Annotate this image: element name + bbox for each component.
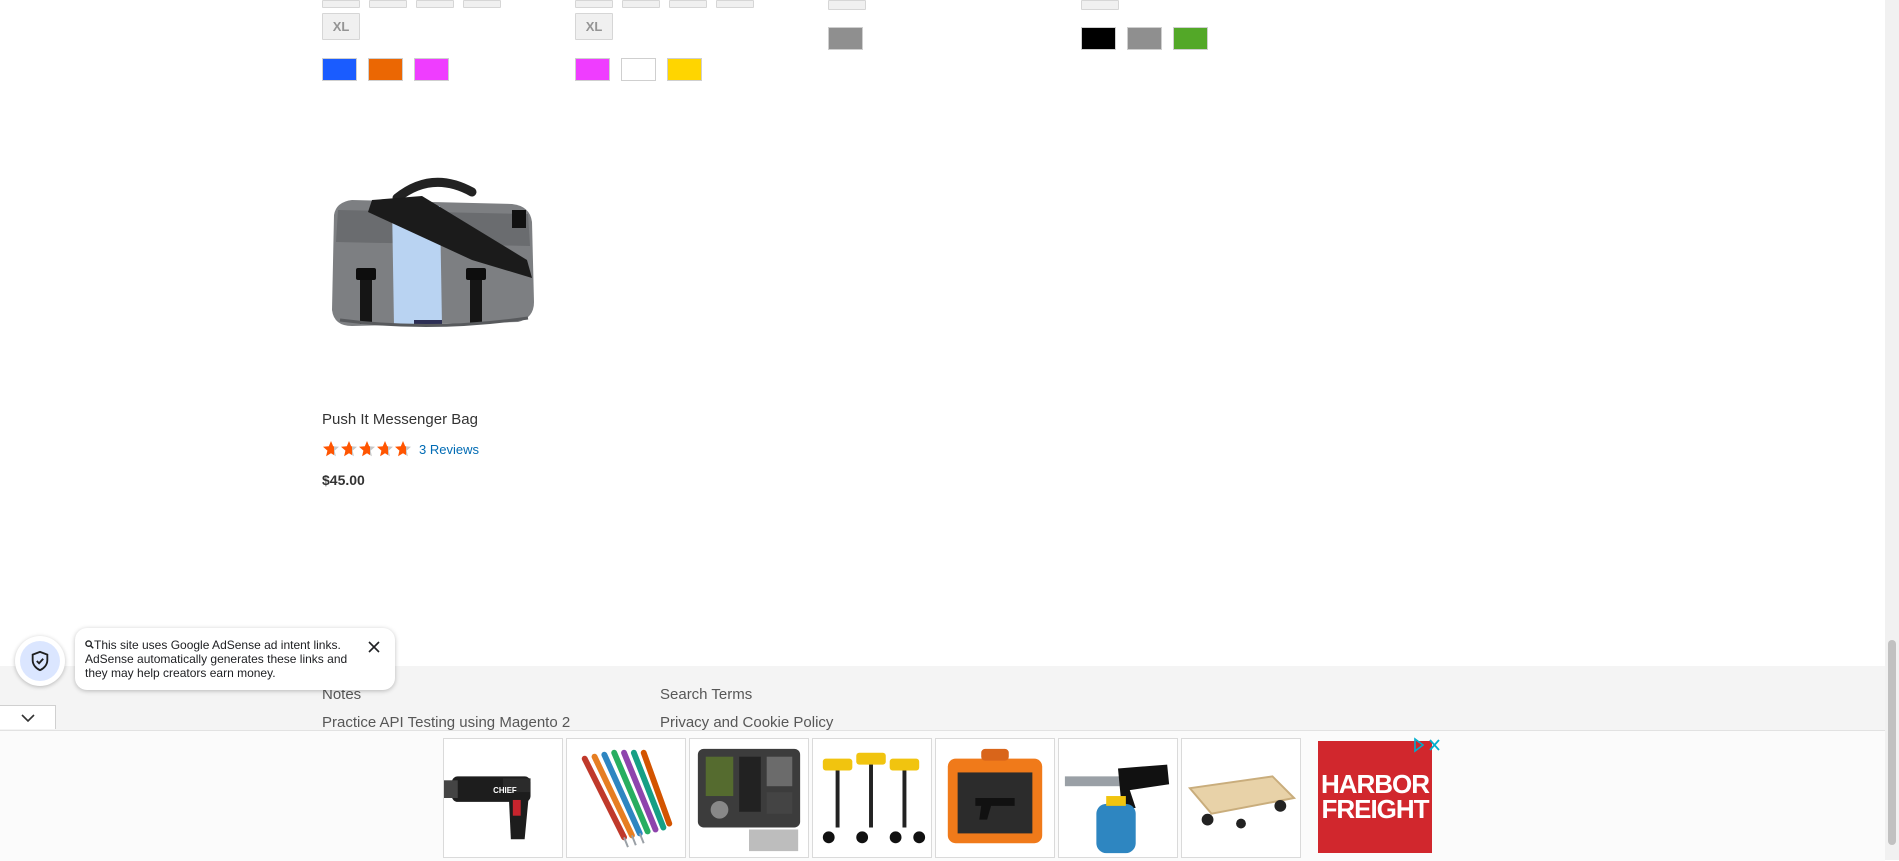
ad-tile-survival-kit[interactable] <box>689 738 809 858</box>
harbor-freight-logo[interactable]: HARBOR FREIGHT <box>1318 741 1432 853</box>
adchoices-icon[interactable] <box>1412 737 1442 753</box>
adsense-notice: This site uses Google AdSense ad intent … <box>75 628 395 690</box>
footer-link-api-testing[interactable]: Practice API Testing using Magento 2 <box>322 714 570 731</box>
color-swatch-yellow[interactable] <box>667 58 702 81</box>
size-option[interactable] <box>622 0 660 8</box>
color-swatch-black[interactable] <box>1081 27 1116 50</box>
ad-tile-pistol-case[interactable] <box>935 738 1055 858</box>
color-swatch-orange[interactable] <box>368 58 403 81</box>
adsense-shield-button[interactable] <box>15 636 65 686</box>
product-image-messenger-bag[interactable] <box>322 150 544 380</box>
color-swatch-gray[interactable] <box>1127 27 1162 50</box>
product-price: $45.00 <box>322 472 365 488</box>
footer-link-search-terms[interactable]: Search Terms <box>660 686 752 703</box>
size-option[interactable] <box>322 0 360 8</box>
size-option-xl[interactable]: XL <box>575 13 613 40</box>
adsense-notice-text: This site uses Google AdSense ad intent … <box>85 638 348 680</box>
size-option[interactable] <box>716 0 754 8</box>
size-option[interactable] <box>369 0 407 8</box>
ad-tile-moving-dolly[interactable] <box>1181 738 1301 858</box>
color-swatch-gray[interactable] <box>828 27 863 50</box>
size-option[interactable] <box>463 0 501 8</box>
size-option[interactable] <box>669 0 707 8</box>
collapse-ad-button[interactable] <box>0 705 56 729</box>
ad-tile-air-hammer[interactable]: CHIEF <box>443 738 563 858</box>
color-swatch-white[interactable] <box>621 58 656 81</box>
ad-tile-screwdriver-set[interactable] <box>566 738 686 858</box>
reviews-link[interactable]: 3 Reviews <box>419 442 479 457</box>
product-name-link[interactable]: Push It Messenger Bag <box>322 411 478 428</box>
chevron-down-icon <box>20 713 35 722</box>
search-icon <box>85 640 94 649</box>
size-option[interactable] <box>575 0 613 8</box>
color-swatch-green[interactable] <box>1173 27 1208 50</box>
color-swatch-pink[interactable] <box>575 58 610 81</box>
size-option-xl[interactable]: XL <box>322 13 360 40</box>
ad-tile-propane-torch[interactable] <box>1058 738 1178 858</box>
rating-stars <box>323 441 411 457</box>
scrollbar-thumb[interactable] <box>1888 640 1896 845</box>
footer-link-privacy-policy[interactable]: Privacy and Cookie Policy <box>660 714 833 731</box>
svg-text:CHIEF: CHIEF <box>493 786 517 795</box>
size-option[interactable] <box>1081 0 1119 10</box>
shield-icon <box>31 650 49 672</box>
size-option[interactable] <box>828 0 866 10</box>
close-icon[interactable] <box>367 640 381 654</box>
color-swatch-blue[interactable] <box>322 58 357 81</box>
product-rating: 3 Reviews <box>322 439 479 459</box>
brand-line-2: FREIGHT <box>1321 794 1429 824</box>
color-swatch-pink[interactable] <box>414 58 449 81</box>
size-option[interactable] <box>416 0 454 8</box>
ad-tile-wheel-dollies[interactable] <box>812 738 932 858</box>
